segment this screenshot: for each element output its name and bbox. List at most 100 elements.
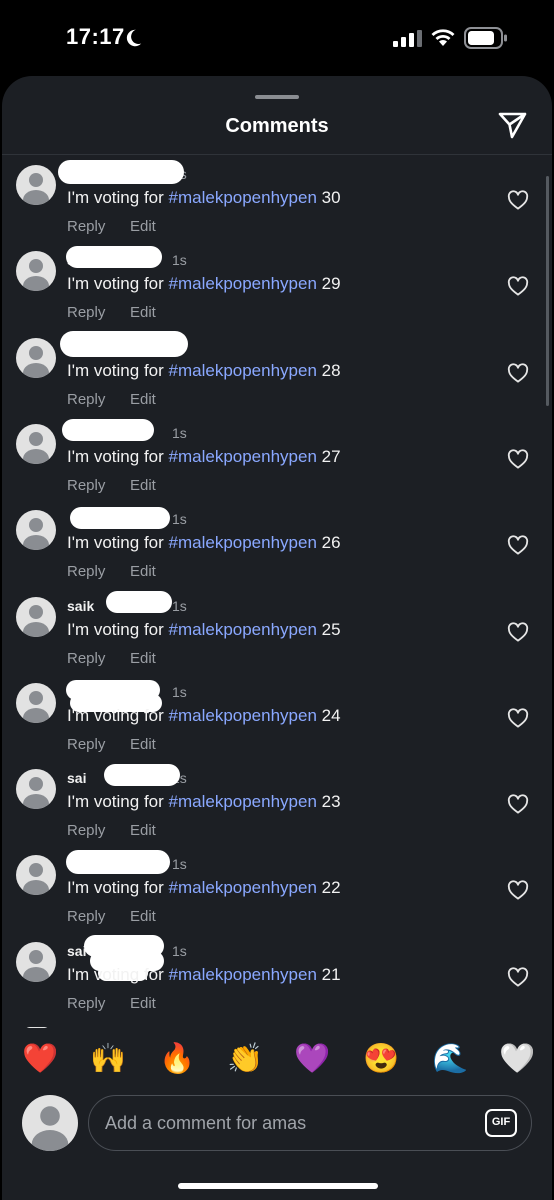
reply-button[interactable]: Reply	[67, 477, 105, 494]
cellular-signal-icon	[393, 30, 422, 47]
gif-button[interactable]: GIF	[485, 1109, 517, 1137]
hashtag-link[interactable]: #malekpopenhypen	[169, 188, 317, 207]
comment-number: 24	[316, 705, 341, 725]
reply-button[interactable]: Reply	[67, 218, 105, 235]
edit-button[interactable]: Edit	[130, 995, 156, 1012]
avatar[interactable]	[16, 337, 56, 378]
like-heart-icon[interactable]	[507, 708, 529, 728]
reply-button[interactable]: Reply	[67, 822, 105, 839]
comment-row: 1s I'm voting for #malekpopenhypen 28 Re…	[2, 329, 552, 415]
current-user-avatar	[22, 1095, 78, 1151]
avatar[interactable]	[16, 165, 56, 205]
reply-button[interactable]: Reply	[67, 736, 105, 753]
sheet-title: Comments	[225, 115, 329, 137]
comment-text-prefix: I'm voting for	[67, 964, 169, 984]
like-heart-icon[interactable]	[507, 362, 529, 383]
comment-text: I'm voting for #malekpopenhypen 21	[67, 965, 341, 985]
avatar[interactable]	[16, 596, 56, 637]
hashtag-link[interactable]: #malekpopenhypen	[169, 965, 317, 984]
edit-button[interactable]: Edit	[130, 218, 156, 235]
like-heart-icon[interactable]	[507, 967, 529, 987]
hashtag-link[interactable]: #malekpopenhypen	[169, 533, 317, 552]
like-heart-icon[interactable]	[507, 621, 529, 642]
comment-time: 1s	[172, 597, 187, 614]
comment-number: 26	[316, 533, 341, 553]
moon-icon	[126, 29, 142, 47]
like-heart-icon[interactable]	[507, 449, 529, 469]
hashtag-link[interactable]: #malekpopenhypen	[169, 706, 317, 725]
edit-button[interactable]: Edit	[130, 563, 156, 580]
reply-button[interactable]: Reply	[67, 908, 105, 925]
hashtag-link[interactable]: #malekpopenhypen	[169, 447, 317, 466]
emoji-reaction-button[interactable]: 🤍	[499, 1041, 535, 1077]
edit-button[interactable]: Edit	[130, 908, 156, 925]
comment-text: I'm voting for #malekpopenhypen 28	[67, 361, 341, 381]
home-indicator	[178, 1183, 378, 1189]
comment-row: saikaikalenna 1s I'm voting for #malekpo…	[2, 242, 552, 328]
edit-button[interactable]: Edit	[130, 304, 156, 321]
edit-button[interactable]: Edit	[130, 736, 156, 753]
comment-text: I'm voting for #malekpopenhypen 25	[67, 620, 341, 640]
sheet-grabber[interactable]	[255, 95, 299, 99]
avatar[interactable]	[16, 423, 56, 464]
comment-text-prefix: I'm voting for	[67, 792, 169, 812]
avatar[interactable]	[16, 769, 56, 810]
like-heart-icon[interactable]	[507, 190, 529, 210]
comment-row: 1s I'm voting for #malekpopenhypen 30 Re…	[2, 156, 552, 242]
like-heart-icon[interactable]	[507, 535, 529, 555]
emoji-reaction-button[interactable]: 🙌	[90, 1041, 126, 1077]
reply-button[interactable]: Reply	[67, 563, 105, 580]
reply-button[interactable]: Reply	[67, 391, 105, 408]
like-heart-icon[interactable]	[507, 276, 529, 296]
reply-button[interactable]: Reply	[67, 650, 105, 667]
avatar[interactable]	[16, 682, 56, 723]
avatar[interactable]	[16, 855, 56, 896]
hashtag-link[interactable]: #malekpopenhypen	[169, 878, 317, 897]
edit-button[interactable]: Edit	[130, 822, 156, 839]
comment-text-prefix: I'm voting for	[67, 619, 169, 639]
scrollbar[interactable]	[546, 176, 549, 406]
comment-username[interactable]: saik	[67, 598, 94, 614]
comment-number: 25	[316, 619, 341, 639]
like-heart-icon[interactable]	[507, 880, 529, 900]
redaction-mark	[62, 418, 154, 441]
edit-button[interactable]: Edit	[130, 391, 156, 408]
emoji-reaction-button[interactable]: 😍	[363, 1041, 399, 1077]
wifi-icon	[431, 29, 455, 46]
hashtag-link[interactable]: #malekpopenhypen	[169, 792, 317, 811]
avatar[interactable]	[16, 251, 56, 292]
header-divider	[2, 154, 552, 155]
avatar[interactable]	[16, 510, 56, 551]
comment-text: I'm voting for #malekpopenhypen 30	[67, 188, 341, 208]
emoji-reaction-button[interactable]: 💜	[294, 1041, 330, 1077]
comment-text: I'm voting for #malekpopenhypen 26	[67, 533, 341, 553]
hashtag-link[interactable]: #malekpopenhypen	[169, 274, 317, 293]
comment-number: 21	[316, 964, 341, 984]
redaction-mark	[66, 850, 170, 875]
emoji-reaction-button[interactable]: ❤️	[22, 1041, 58, 1077]
comment-time: 1s	[172, 856, 187, 873]
emoji-reaction-button[interactable]: 🔥	[159, 1041, 195, 1077]
hashtag-link[interactable]: #malekpopenhypen	[169, 361, 317, 380]
comment-text: I'm voting for #malekpopenhypen 29	[67, 274, 341, 294]
comment-text-prefix: I'm voting for	[67, 705, 169, 725]
edit-button[interactable]: Edit	[130, 477, 156, 494]
reply-button[interactable]: Reply	[67, 304, 105, 321]
edit-button[interactable]: Edit	[130, 650, 156, 667]
emoji-reaction-button[interactable]: 👏	[227, 1041, 263, 1077]
comment-text-prefix: I'm voting for	[67, 360, 169, 380]
comment-text-prefix: I'm voting for	[67, 446, 169, 466]
comment-username[interactable]: sai	[67, 770, 86, 786]
reply-button[interactable]: Reply	[67, 995, 105, 1012]
like-heart-icon[interactable]	[507, 794, 529, 814]
status-bar: 17:17	[0, 0, 554, 76]
status-time: 17:17	[66, 24, 125, 49]
emoji-reaction-button[interactable]: 🌊	[432, 1041, 468, 1077]
avatar[interactable]	[16, 941, 56, 982]
redaction-mark	[58, 160, 184, 184]
comment-input[interactable]	[88, 1095, 532, 1151]
comments-list[interactable]: 1s I'm voting for #malekpopenhypen 30 Re…	[2, 156, 552, 1028]
comment-text-prefix: I'm voting for	[67, 188, 169, 207]
hashtag-link[interactable]: #malekpopenhypen	[169, 620, 317, 639]
share-icon[interactable]	[496, 109, 528, 141]
